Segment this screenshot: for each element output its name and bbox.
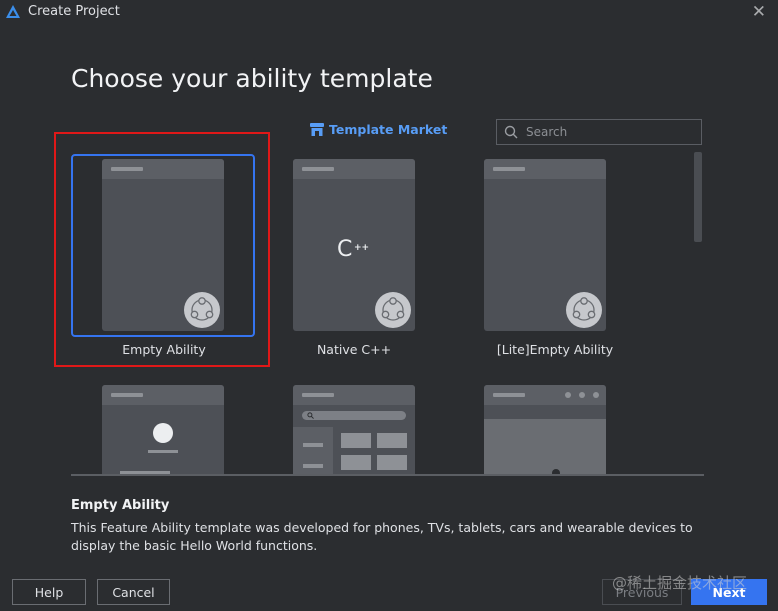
mock-tile <box>341 455 371 470</box>
mock-tile <box>341 433 371 448</box>
window-title: Create Project <box>28 4 120 19</box>
template-thumbnail: C ++ <box>293 159 415 331</box>
template-card-label: Native C++ <box>316 342 392 357</box>
help-button[interactable]: Help <box>12 579 86 605</box>
mock-search-icon <box>307 412 314 419</box>
template-market-link[interactable]: Template Market <box>310 122 447 137</box>
template-card-label: [Lite]Empty Ability <box>496 342 614 357</box>
template-card-grid-layout[interactable] <box>293 385 415 474</box>
template-card-empty-ability[interactable]: Empty Ability <box>71 154 257 364</box>
grid-divider <box>71 474 704 476</box>
media-area <box>484 419 606 474</box>
title-bar: Create Project ✕ <box>0 0 778 24</box>
template-card-media[interactable] <box>484 385 606 474</box>
cpp-glyph: C <box>337 237 353 262</box>
page-title: Choose your ability template <box>71 64 433 93</box>
cpp-icon: C ++ <box>337 237 377 262</box>
template-thumbnail <box>484 159 606 331</box>
next-button[interactable]: Next <box>691 579 767 605</box>
template-thumbnail <box>293 385 415 474</box>
cancel-button[interactable]: Cancel <box>97 579 170 605</box>
template-card-native-cpp[interactable]: C ++ Native C++ <box>278 154 448 364</box>
search-box[interactable] <box>496 119 702 145</box>
template-card-lite-empty-ability[interactable]: [Lite]Empty Ability <box>469 154 639 364</box>
template-thumbnail <box>484 385 606 474</box>
dot-icon <box>593 392 599 398</box>
name-placeholder-line <box>148 450 178 453</box>
grid-scrollbar[interactable] <box>694 152 702 242</box>
description-text: This Feature Ability template was develo… <box>71 520 693 553</box>
mock-search-bar <box>302 411 406 420</box>
mock-tile <box>377 455 407 470</box>
previous-button[interactable]: Previous <box>602 579 682 605</box>
close-icon[interactable]: ✕ <box>752 2 766 22</box>
app-logo-icon <box>6 5 20 18</box>
avatar-icon <box>153 423 173 443</box>
ability-badge-icon <box>566 292 602 328</box>
template-thumbnail <box>102 385 224 474</box>
mock-sidebar <box>293 427 333 474</box>
dot-icon <box>565 392 571 398</box>
mock-tile <box>377 433 407 448</box>
cpp-plus: ++ <box>354 243 370 253</box>
ability-badge-icon <box>375 292 411 328</box>
dot-icon <box>579 392 585 398</box>
template-market-label: Template Market <box>329 122 448 137</box>
ability-badge-icon <box>184 292 220 328</box>
template-card-profile[interactable] <box>102 385 224 474</box>
template-grid: Empty Ability C ++ Native C++ [Lite]Empt… <box>55 148 705 474</box>
search-icon <box>504 125 518 139</box>
template-thumbnail <box>102 159 224 331</box>
search-input[interactable] <box>526 123 696 141</box>
store-icon <box>310 123 324 136</box>
description-title: Empty Ability <box>71 498 170 513</box>
template-card-label: Empty Ability <box>122 342 206 357</box>
